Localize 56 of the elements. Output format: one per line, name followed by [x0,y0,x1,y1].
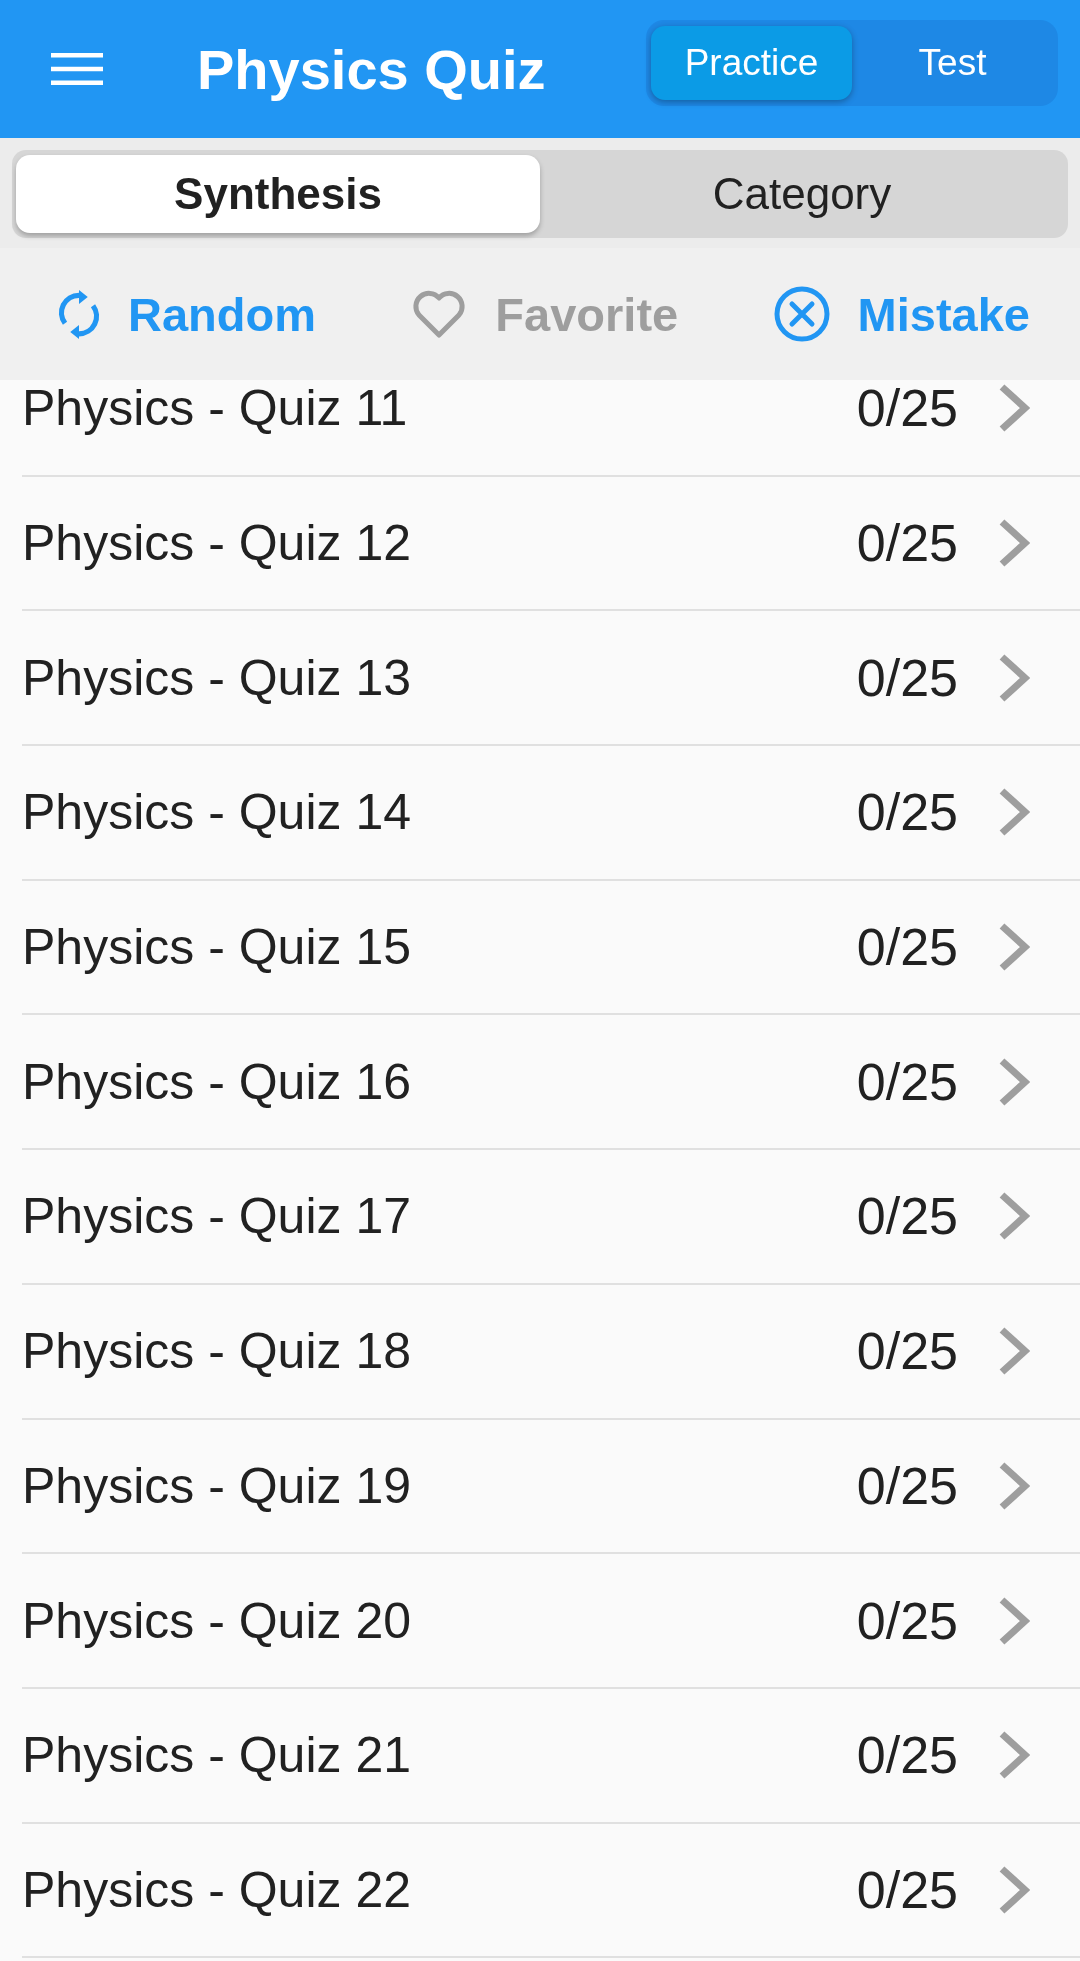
chevron-icon [998,1460,1030,1511]
quiz-title: Physics - Quiz 22 [22,1860,411,1919]
chevron-icon [998,518,1030,569]
quiz-row[interactable]: Physics - Quiz 13 0/25 [22,611,1080,747]
segment-tab[interactable]: Synthesis [16,155,540,233]
quiz-title: Physics - Quiz 11 [22,380,408,438]
quiz-row[interactable]: Physics - Quiz 11 0/25 [22,380,1080,477]
segment-tab[interactable]: Category [540,155,1064,233]
quiz-score: 0/25 [856,1051,958,1112]
quiz-title: Physics - Quiz 17 [22,1187,411,1246]
quiz-row[interactable]: Physics - Quiz 16 0/25 [22,1015,1080,1151]
quiz-row[interactable]: Physics - Quiz 15 0/25 [22,880,1080,1016]
quiz-score: 0/25 [856,647,958,708]
quiz-title: Physics - Quiz 16 [22,1052,411,1111]
quiz-title: Physics - Quiz 21 [22,1726,411,1785]
quiz-row[interactable]: Physics - Quiz 12 0/25 [22,476,1080,612]
chevron-icon [998,1191,1030,1242]
quiz-row[interactable]: Physics - Quiz 21 0/25 [22,1688,1080,1824]
quiz-row[interactable]: Physics - Quiz 20 0/25 [22,1554,1080,1689]
heart-icon [411,289,468,339]
quiz-score: 0/25 [856,513,958,574]
quiz-title: Physics - Quiz 20 [22,1591,411,1650]
mode-tab[interactable]: Test [852,26,1053,100]
chevron-icon [998,383,1030,434]
chevron-icon [998,787,1030,838]
chevron-icon [998,1595,1030,1646]
quiz-score: 0/25 [856,917,958,978]
quiz-score: 0/25 [856,1859,958,1920]
quiz-title: Physics - Quiz 15 [22,918,411,977]
chevron-icon [998,922,1030,973]
quiz-score: 0/25 [856,1321,958,1382]
quiz-row[interactable]: Physics - Quiz 17 0/25 [22,1150,1080,1285]
quiz-row[interactable]: Physics - Quiz 22 0/25 [22,1823,1080,1959]
app-title: Physics Quiz [197,36,546,102]
quiz-score: 0/25 [856,1590,958,1651]
chevron-icon [998,1056,1030,1107]
quiz-score: 0/25 [856,1186,958,1247]
quiz-title: Physics - Quiz 18 [22,1322,411,1381]
quiz-title: Physics - Quiz 12 [22,514,411,573]
quiz-score: 0/25 [856,1725,958,1786]
menu-icon[interactable] [51,53,103,85]
quiz-score: 0/25 [856,782,958,843]
sync-icon [58,289,100,339]
chevron-icon [998,1730,1030,1781]
quiz-title: Physics - Quiz 19 [22,1456,411,1515]
quiz-row[interactable]: Physics - Quiz 18 0/25 [22,1284,1080,1420]
quiz-score: 0/25 [856,380,958,439]
quiz-title: Physics - Quiz 13 [22,648,411,707]
quiz-title: Physics - Quiz 14 [22,783,411,842]
quiz-row[interactable]: Physics - Quiz 19 0/25 [22,1419,1080,1555]
quiz-row[interactable]: Physics - Quiz 14 0/25 [22,746,1080,881]
chevron-icon [998,1864,1030,1915]
x-circle-icon [773,286,830,342]
chevron-icon [998,1326,1030,1377]
chevron-icon [998,652,1030,703]
quiz-score: 0/25 [856,1455,958,1516]
